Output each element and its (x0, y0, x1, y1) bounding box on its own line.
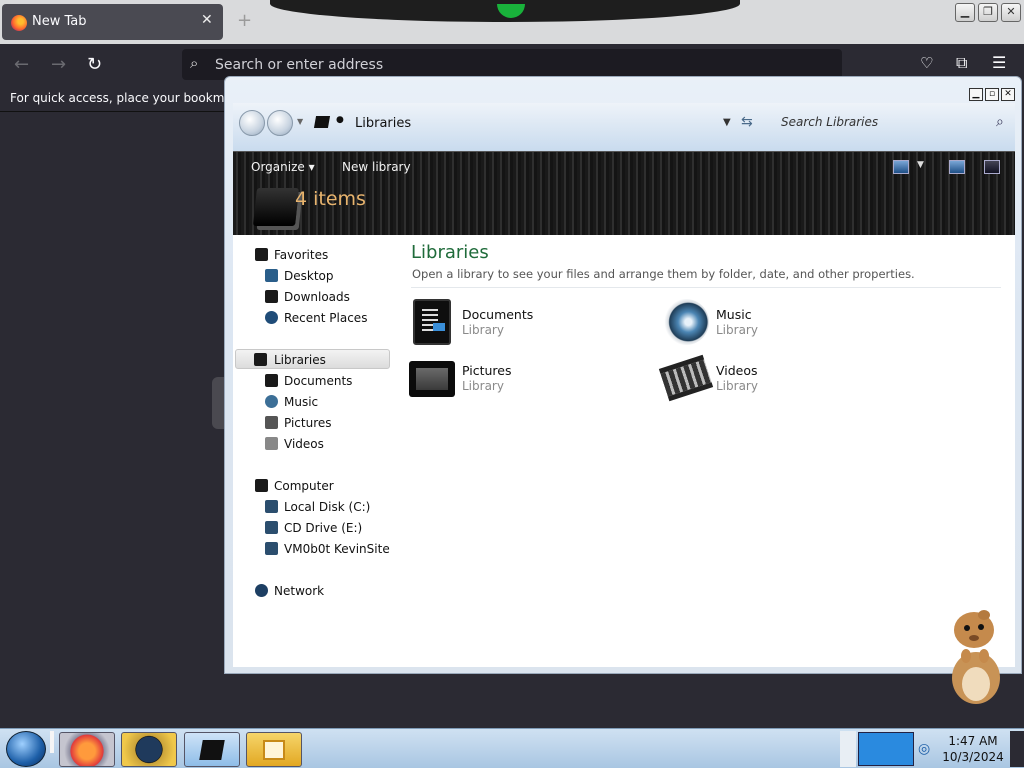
pictures-icon (265, 416, 278, 429)
minimize-button[interactable]: ▁ (969, 88, 983, 101)
recent-pages-icon[interactable]: ▼ (297, 117, 303, 126)
library-pictures[interactable]: Pictures Library (409, 355, 659, 405)
library-music[interactable]: Music Library (663, 299, 913, 349)
extensions-icon[interactable]: ⧉ (956, 53, 967, 73)
bookmarks-toolbar: For quick access, place your bookmarks h (0, 84, 224, 112)
address-bar: ▼ ● Libraries ▼ ⇆ Search Libraries ⌕ (233, 103, 1015, 151)
firefox-taskbar-button[interactable] (59, 732, 115, 767)
downloads-icon (265, 290, 278, 303)
clock-date: 10/3/2024 (942, 750, 1004, 764)
libraries-icon (313, 116, 331, 128)
window-controls: ▁ ▫ ✕ (967, 85, 1015, 101)
browser-tab[interactable]: New Tab ✕ (2, 4, 223, 40)
network-globe-icon (255, 584, 268, 597)
explorer-body: Favorites Desktop Downloads Recent Place… (233, 235, 1015, 667)
tab-title: New Tab (32, 14, 87, 29)
new-library-button[interactable]: New library (342, 160, 411, 174)
computer-icon (255, 479, 268, 492)
close-icon[interactable]: ✕ (201, 12, 213, 28)
libraries-window: ▁ ▫ ✕ ▼ ● Libraries ▼ ⇆ Search Libraries ⌕… (224, 76, 1022, 674)
pocket-icon[interactable]: ♡ (920, 54, 933, 72)
menu-icon[interactable]: ☰ (992, 53, 1006, 72)
videos-filmstrip-icon (658, 354, 714, 402)
start-button[interactable] (6, 731, 46, 767)
minimize-button[interactable]: ▁ (955, 3, 975, 22)
libraries-icon (254, 353, 267, 366)
close-button[interactable]: ✕ (1001, 3, 1021, 22)
media-player-icon (263, 740, 285, 760)
network-status-icon[interactable]: ◎ (918, 741, 930, 757)
organize-button[interactable]: Organize ▾ (251, 160, 315, 174)
refresh-icon[interactable]: ⇆ (741, 114, 753, 130)
hamster-mascot-icon (952, 610, 1000, 704)
libraries-taskbar-button[interactable] (184, 732, 240, 767)
bookmarks-hint: For quick access, place your bookmarks h (10, 91, 224, 105)
desktop-icon (265, 269, 278, 282)
page-description: Open a library to see your files and arr… (412, 267, 915, 281)
content-pane: Libraries Open a library to see your fil… (403, 235, 1015, 667)
divider (411, 287, 1001, 288)
command-bar: Organize ▾ New library 4 items ▼ (233, 151, 1015, 235)
search-icon[interactable]: ⌕ (996, 114, 1004, 130)
library-videos[interactable]: Videos Library (658, 354, 913, 405)
search-input[interactable]: Search Libraries (781, 115, 878, 129)
back-button[interactable] (239, 110, 265, 136)
clock[interactable]: 1:47 AM 10/3/2024 (940, 733, 1006, 765)
globe-taskbar-button[interactable] (121, 732, 177, 767)
favorites-icon (255, 248, 268, 261)
view-dropdown-icon[interactable]: ▼ (917, 160, 924, 170)
breadcrumb-arrow-icon[interactable]: ● (336, 115, 344, 125)
new-tab-button[interactable]: + (237, 10, 252, 31)
tray-icons[interactable] (858, 732, 914, 766)
breadcrumb[interactable]: Libraries (355, 116, 411, 131)
tray-expand-button[interactable] (840, 731, 856, 767)
back-button[interactable]: ← (14, 54, 29, 75)
preview-pane-icon[interactable] (949, 160, 965, 174)
nav-libraries[interactable]: Libraries (235, 349, 390, 369)
close-button[interactable]: ✕ (1001, 88, 1015, 101)
taskbar: ◎ 1:47 AM 10/3/2024 (0, 728, 1024, 768)
reload-button[interactable]: ↻ (87, 54, 102, 75)
page-title: Libraries (411, 242, 489, 263)
show-desktop-button[interactable] (1010, 731, 1024, 767)
help-icon[interactable] (984, 160, 1000, 174)
documents-icon (265, 374, 278, 387)
music-icon (265, 395, 278, 408)
pictures-icon (409, 361, 455, 397)
network-drive-icon (265, 542, 278, 555)
videos-icon (265, 437, 278, 450)
url-placeholder: Search or enter address (215, 57, 384, 73)
change-view-icon[interactable] (893, 160, 909, 174)
address-dropdown-icon[interactable]: ▼ (723, 117, 731, 128)
forward-button[interactable]: → (51, 54, 66, 75)
media-player-taskbar-button[interactable] (246, 732, 302, 767)
libraries-icon (253, 188, 299, 226)
item-count: 4 items (295, 188, 366, 210)
browser-tab-strip: New Tab ✕ + ▁ ❐ ✕ (0, 0, 1024, 44)
library-documents[interactable]: Documents Library (409, 299, 659, 349)
clock-time: 1:47 AM (948, 734, 998, 748)
documents-icon (413, 299, 451, 345)
recent-places-icon (265, 311, 278, 324)
search-icon: ⌕ (190, 54, 199, 72)
forward-button[interactable] (267, 110, 293, 136)
restore-button[interactable]: ❐ (978, 3, 998, 22)
taskbar-divider (50, 731, 54, 753)
cd-drive-icon (265, 521, 278, 534)
maximize-button[interactable]: ▫ (985, 88, 999, 101)
hard-drive-icon (265, 500, 278, 513)
firefox-icon (11, 15, 27, 31)
navigation-pane: Favorites Desktop Downloads Recent Place… (233, 235, 393, 667)
music-speaker-icon (663, 299, 709, 345)
libraries-icon (199, 740, 225, 760)
